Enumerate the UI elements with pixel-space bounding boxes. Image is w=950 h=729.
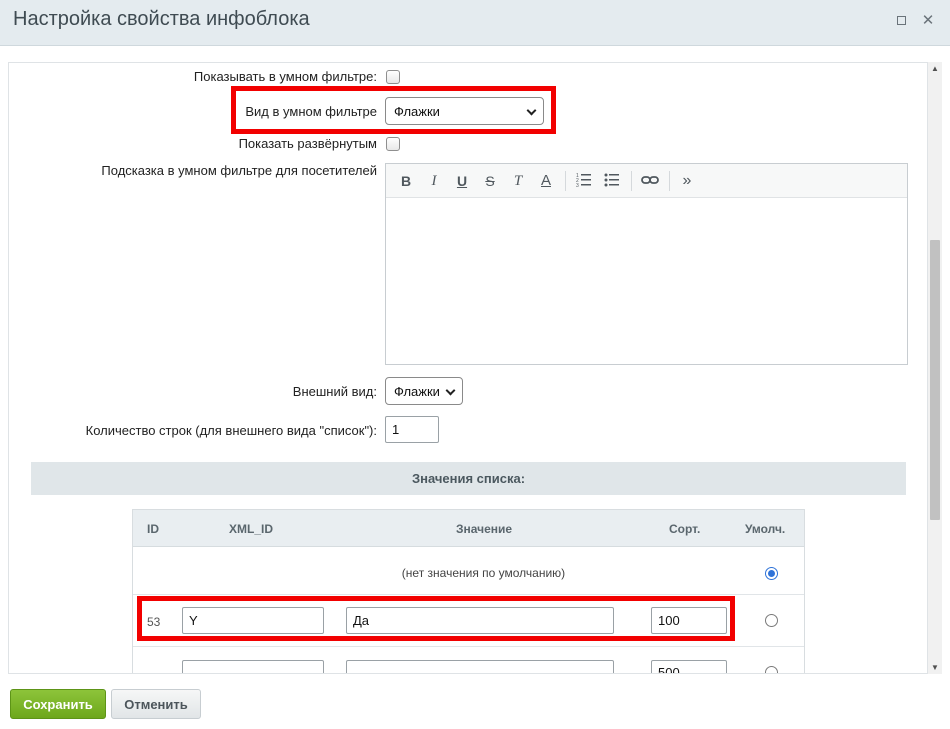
save-button[interactable]: Сохранить (10, 689, 106, 719)
more-icon[interactable]: » (677, 172, 697, 190)
content-scrollbar[interactable]: ▲ ▼ (928, 62, 942, 674)
value-input[interactable] (346, 660, 614, 673)
no-default-text: (нет значения по умолчанию) (401, 566, 566, 580)
header-default: Умолч. (745, 522, 786, 536)
editor-toolbar: B I U S T A 123 » (386, 164, 907, 198)
clear-format-icon[interactable]: T (508, 172, 528, 190)
strikethrough-icon[interactable]: S (480, 172, 500, 190)
italic-icon[interactable]: I (424, 172, 444, 190)
table-header: ID XML_ID Значение Сорт. Умолч. (133, 510, 804, 547)
smart-filter-show-label: Показывать в умном фильтре: (193, 69, 377, 84)
no-default-radio[interactable] (765, 567, 778, 580)
text-color-icon[interactable]: A (536, 172, 556, 190)
default-radio[interactable] (765, 614, 778, 627)
show-expanded-checkbox[interactable] (386, 137, 400, 151)
list-values-title: Значения списка: (31, 462, 906, 495)
bold-icon[interactable]: B (396, 172, 416, 190)
header-sort: Сорт. (669, 522, 701, 536)
cancel-button[interactable]: Отменить (111, 689, 201, 719)
header-value: Значение (456, 522, 513, 536)
smart-filter-show-checkbox[interactable] (386, 70, 400, 84)
sort-input[interactable]: 500 (651, 660, 727, 673)
appearance-value: Флажки (394, 384, 440, 399)
highlight-frame-row (137, 596, 735, 641)
appearance-label: Внешний вид: (292, 384, 377, 399)
chevron-down-icon (445, 385, 456, 396)
highlight-frame-filter-view (231, 86, 556, 134)
appearance-select[interactable]: Флажки (385, 377, 463, 405)
bullet-list-icon[interactable] (602, 172, 622, 190)
scroll-down-icon[interactable]: ▼ (928, 663, 942, 672)
list-values-table: ID XML_ID Значение Сорт. Умолч. (нет зна… (132, 509, 805, 673)
dialog-content: Показывать в умном фильтре: Вид в умном … (8, 62, 928, 674)
xml-id-input[interactable] (182, 660, 324, 673)
link-icon[interactable] (640, 172, 660, 190)
underline-icon[interactable]: U (452, 172, 472, 190)
svg-text:3: 3 (576, 183, 579, 188)
show-expanded-label: Показать развёрнутым (238, 136, 377, 151)
header-id: ID (147, 522, 159, 536)
dialog-title: Настройка свойства инфоблока (13, 8, 310, 30)
maximize-icon[interactable] (894, 14, 908, 28)
default-radio[interactable] (765, 666, 778, 673)
rows-count-input[interactable]: 1 (385, 416, 439, 443)
rows-count-label: Количество строк (для внешнего вида "спи… (85, 423, 377, 438)
scrollbar-thumb[interactable] (930, 240, 940, 520)
hint-editor[interactable]: B I U S T A 123 » (385, 163, 908, 365)
close-icon[interactable]: ✕ (921, 13, 935, 28)
hint-label: Подсказка в умном фильтре для посетителе… (101, 163, 377, 178)
header-xml-id: XML_ID (229, 522, 274, 536)
dialog-titlebar: Настройка свойства инфоблока ✕ (0, 0, 950, 46)
ordered-list-icon[interactable]: 123 (574, 172, 594, 190)
scroll-up-icon[interactable]: ▲ (928, 64, 942, 73)
